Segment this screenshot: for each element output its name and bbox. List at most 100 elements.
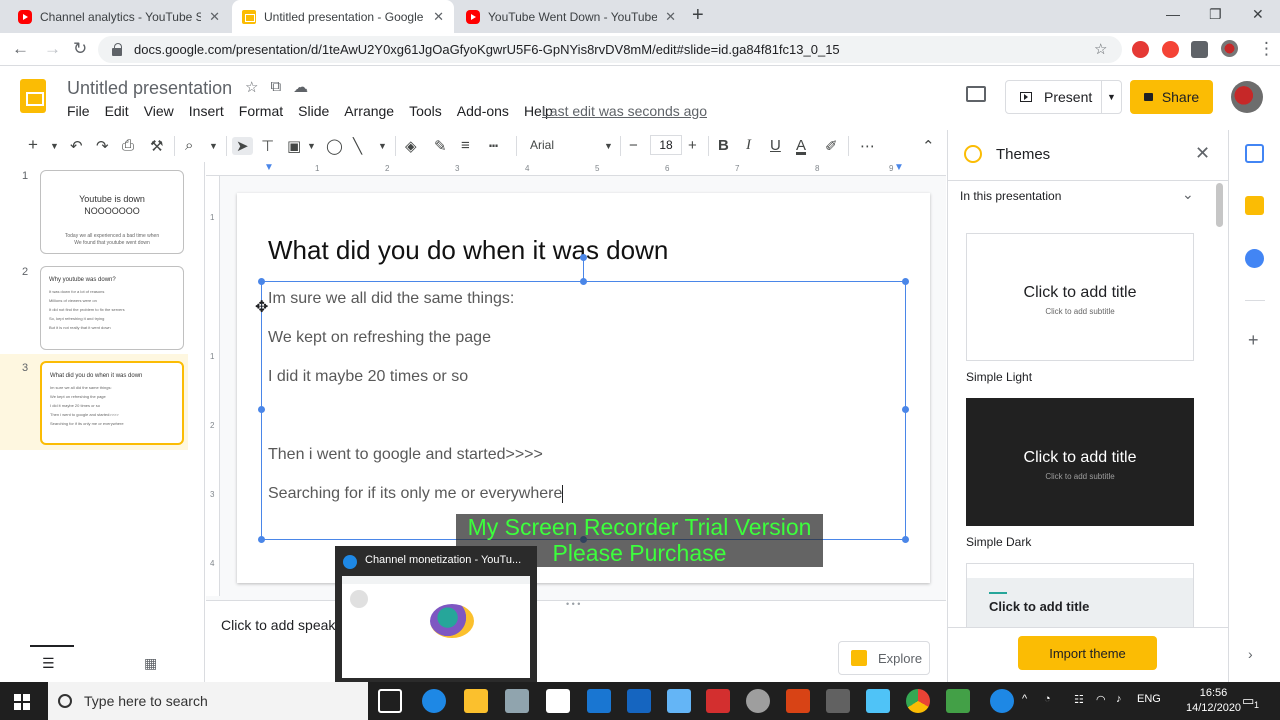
calendar-icon[interactable]: [1245, 144, 1264, 163]
undo-icon[interactable]: ↶: [70, 137, 83, 155]
chevron-down-icon[interactable]: ⌄: [1182, 186, 1194, 203]
tray-app-icon[interactable]: ◔: [1044, 693, 1051, 705]
bookmark-star-icon[interactable]: ☆: [1094, 40, 1107, 58]
theme-simple-dark[interactable]: Click to add title Click to add subtitle: [966, 398, 1194, 526]
themes-scrollbar[interactable]: [1216, 183, 1223, 227]
close-themes-icon[interactable]: ✕: [1195, 143, 1210, 164]
menu-add-ons[interactable]: Add-ons: [457, 103, 509, 119]
theme-simple-light[interactable]: Click to add title Click to add subtitle: [966, 233, 1194, 361]
taskbar-search-box[interactable]: Type here to search: [48, 682, 368, 720]
opera-extension-icon[interactable]: [1162, 41, 1179, 58]
last-edit-link[interactable]: Last edit was seconds ago: [542, 103, 707, 119]
close-tab-icon[interactable]: ✕: [209, 9, 220, 25]
powerpoint-icon[interactable]: [786, 689, 810, 713]
taskbar-clock[interactable]: 16:56 14/12/2020: [1186, 686, 1241, 716]
word-icon[interactable]: [627, 689, 651, 713]
present-dropdown-icon[interactable]: ▼: [1101, 81, 1121, 113]
menu-view[interactable]: View: [144, 103, 174, 119]
bold-button[interactable]: B: [718, 137, 729, 154]
font-dropdown-icon[interactable]: ▼: [604, 141, 613, 151]
image-dropdown-icon[interactable]: ▼: [307, 141, 316, 151]
close-tab-icon[interactable]: ✕: [433, 9, 444, 25]
underline-button[interactable]: U: [770, 137, 781, 154]
slide-body-line-active[interactable]: Searching for if its only me or everywhe…: [268, 485, 564, 503]
resize-handle[interactable]: [902, 536, 909, 543]
document-title[interactable]: Untitled presentation: [67, 78, 232, 99]
redo-icon[interactable]: ↷: [96, 137, 109, 155]
network-icon[interactable]: ☷: [1074, 693, 1084, 706]
yandex-icon[interactable]: [706, 689, 730, 713]
slide-body-line[interactable]: Im sure we all did the same things:: [268, 290, 514, 308]
language-indicator[interactable]: ENG: [1137, 693, 1161, 705]
dropbox-icon[interactable]: [587, 689, 611, 713]
keep-icon[interactable]: [1245, 196, 1264, 215]
themes-section-label[interactable]: In this presentation: [960, 189, 1061, 203]
reload-icon[interactable]: ↻: [73, 39, 87, 59]
decrease-font-size-button[interactable]: −: [629, 137, 638, 154]
notepad-icon[interactable]: [866, 689, 890, 713]
maximize-icon[interactable]: ❐: [1209, 6, 1222, 23]
tab-youtube-went-down[interactable]: YouTube Went Down - YouTube ✕: [456, 0, 686, 33]
slide-title[interactable]: What did you do when it was down: [268, 235, 668, 266]
edge-icon[interactable]: [422, 689, 446, 713]
grid-view-icon[interactable]: ▦: [144, 655, 157, 672]
border-color-icon[interactable]: ✎: [434, 137, 447, 155]
filmstrip-view-icon[interactable]: ☰: [42, 655, 55, 672]
italic-button[interactable]: I: [746, 137, 751, 154]
file-explorer-icon[interactable]: [464, 689, 488, 713]
recorder-app-icon[interactable]: [826, 689, 850, 713]
resize-handle[interactable]: [258, 536, 265, 543]
amazon-icon[interactable]: [546, 689, 570, 713]
help-icon[interactable]: [990, 689, 1014, 713]
font-size-input[interactable]: 18: [650, 135, 682, 155]
menu-insert[interactable]: Insert: [189, 103, 224, 119]
border-weight-icon[interactable]: ≡: [461, 137, 470, 154]
shape-icon[interactable]: ◯: [326, 137, 343, 155]
paint-format-icon[interactable]: ⚒: [150, 137, 163, 155]
menu-slide[interactable]: Slide: [298, 103, 329, 119]
insert-image-icon[interactable]: ▣: [287, 137, 301, 155]
expand-panel-chevron-icon[interactable]: ›: [1248, 646, 1253, 662]
extensions-puzzle-icon[interactable]: [1191, 41, 1208, 58]
menu-tools[interactable]: Tools: [409, 103, 442, 119]
import-theme-button[interactable]: Import theme: [1018, 636, 1157, 670]
back-arrow-icon[interactable]: ←: [12, 39, 29, 59]
tasks-icon[interactable]: [1245, 249, 1264, 268]
notification-icon[interactable]: ▭: [1242, 693, 1254, 709]
line-dropdown-icon[interactable]: ▼: [378, 141, 387, 151]
minimize-icon[interactable]: —: [1166, 6, 1180, 22]
new-slide-dropdown-icon[interactable]: ▼: [50, 141, 59, 151]
resize-handle[interactable]: [258, 278, 265, 285]
text-color-button[interactable]: A: [796, 137, 806, 154]
chrome-menu-icon[interactable]: ⋮: [1258, 39, 1275, 59]
speaker-notes-placeholder[interactable]: Click to add speake: [221, 617, 343, 633]
slide-body-line[interactable]: Then i went to google and started>>>>: [268, 446, 543, 464]
move-folder-icon[interactable]: ⧉: [270, 78, 281, 96]
account-avatar[interactable]: [1231, 81, 1263, 113]
add-addon-plus-icon[interactable]: +: [1248, 330, 1259, 351]
text-box-icon[interactable]: ⊤: [261, 137, 274, 155]
comment-history-icon[interactable]: [966, 86, 986, 102]
menu-format[interactable]: Format: [239, 103, 283, 119]
line-icon[interactable]: ╲: [353, 137, 362, 155]
resize-handle[interactable]: [258, 406, 265, 413]
ruler-indent-marker-icon[interactable]: ▼: [264, 162, 274, 173]
forward-arrow-icon[interactable]: →: [44, 39, 61, 59]
highlight-color-icon[interactable]: ✐: [825, 137, 838, 155]
star-icon[interactable]: ☆: [245, 78, 258, 96]
close-window-icon[interactable]: ✕: [1252, 6, 1264, 23]
increase-font-size-button[interactable]: +: [688, 137, 697, 154]
url-bar[interactable]: docs.google.com/presentation/d/1teAwU2Y0…: [98, 36, 1122, 63]
notes-resize-handle-icon[interactable]: • • •: [566, 599, 580, 609]
new-tab-plus-icon[interactable]: +: [692, 4, 704, 27]
store-icon[interactable]: [505, 689, 529, 713]
slides-logo-icon[interactable]: [20, 79, 46, 113]
slide-thumbnail-3[interactable]: What did you do when it was down Im sure…: [40, 361, 184, 445]
mail-icon[interactable]: [667, 689, 691, 713]
slide-body-line[interactable]: I did it maybe 20 times or so: [268, 368, 468, 386]
menu-edit[interactable]: Edit: [105, 103, 129, 119]
print-icon[interactable]: ⎙: [122, 137, 134, 154]
windows-start-icon[interactable]: [14, 694, 30, 710]
app-icon[interactable]: [946, 689, 970, 713]
tab-channel-analytics[interactable]: Channel analytics - YouTube Stud ✕: [8, 0, 230, 33]
